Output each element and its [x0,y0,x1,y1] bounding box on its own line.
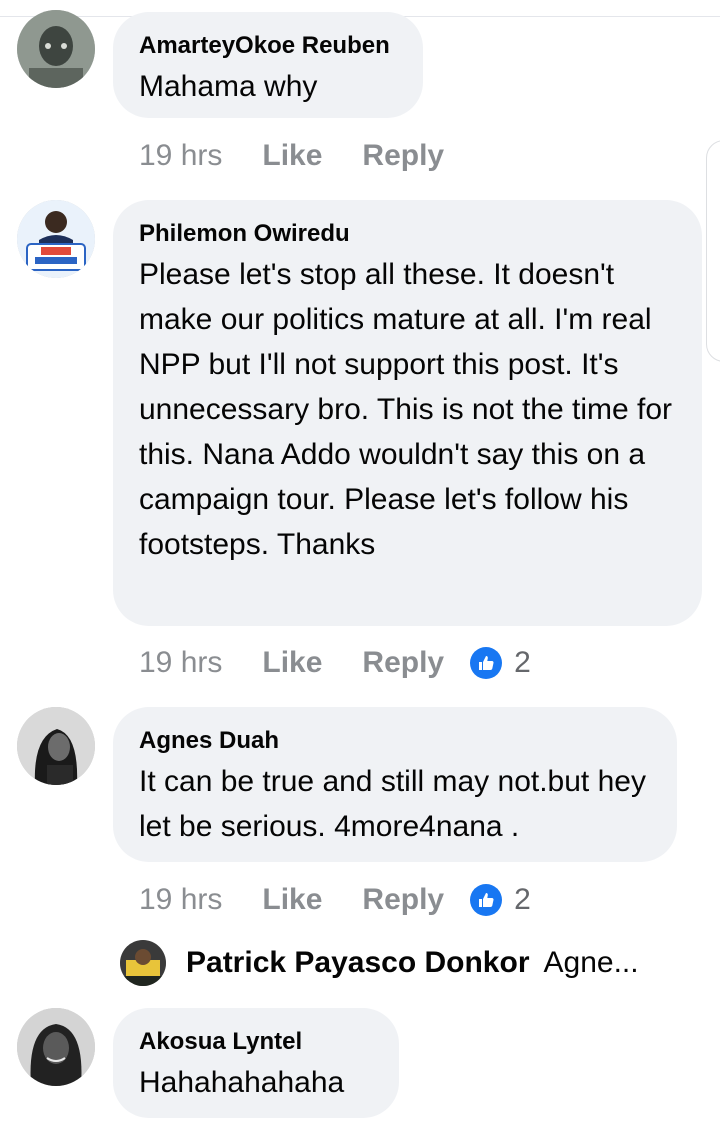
reply-snippet: Agne... [543,946,639,979]
avatar-comment-2[interactable] [17,200,95,278]
comment-author[interactable]: Agnes Duah [139,725,651,757]
avatar-comment-3[interactable] [17,707,95,785]
comment-author[interactable]: Philemon Owiredu [139,218,676,250]
comment-actions-1: 19 hrs Like Reply [139,136,484,176]
reply-button[interactable]: Reply [362,883,444,917]
user-avatar-photo-icon [17,200,95,278]
comment-actions-2: 19 hrs Like Reply 2 [139,643,531,683]
reaction-count: 2 [514,646,531,679]
comment-bubble-1: AmarteyOkoe Reuben Mahama why [113,12,423,118]
user-avatar-photo-icon [17,10,95,88]
reply-author[interactable]: Patrick Payasco Donkor [186,946,530,980]
comment-text: It can be true and still may not.but hey… [139,765,646,843]
reaction-summary[interactable]: 2 [470,646,531,680]
like-button[interactable]: Like [262,646,322,680]
thumbs-up-icon [470,884,503,916]
comment-text: Hahahahahaha [139,1066,345,1099]
user-avatar-photo-icon [17,707,95,785]
reply-preview[interactable]: Patrick Payasco Donkor Agne... [120,938,639,988]
comment-text: Mahama why [139,70,318,103]
thumbs-up-icon [470,647,503,679]
reply-button[interactable]: Reply [362,646,444,680]
comment-text: Please let's stop all these. It doesn't … [139,258,673,561]
avatar-comment-4[interactable] [17,1008,95,1086]
comment-time[interactable]: 19 hrs [139,883,222,917]
comment-actions-3: 19 hrs Like Reply 2 [139,880,531,920]
avatar-comment-1[interactable] [17,10,95,88]
like-button[interactable]: Like [262,139,322,173]
user-avatar-photo-icon [17,1008,95,1086]
like-button[interactable]: Like [262,883,322,917]
reaction-summary[interactable]: 2 [470,883,531,917]
comment-author[interactable]: Akosua Lyntel [139,1026,373,1058]
avatar-reply [120,940,166,986]
comment-author[interactable]: AmarteyOkoe Reuben [139,30,397,62]
comment-bubble-4: Akosua Lyntel Hahahahahaha [113,1008,399,1118]
comment-time[interactable]: 19 hrs [139,139,222,173]
reaction-count: 2 [514,883,531,916]
comment-time[interactable]: 19 hrs [139,646,222,680]
user-avatar-photo-icon [120,940,166,986]
reply-button[interactable]: Reply [362,139,444,173]
comment-bubble-2: Philemon Owiredu Please let's stop all t… [113,200,702,626]
offscreen-card-edge [706,140,720,362]
comment-bubble-3: Agnes Duah It can be true and still may … [113,707,677,862]
